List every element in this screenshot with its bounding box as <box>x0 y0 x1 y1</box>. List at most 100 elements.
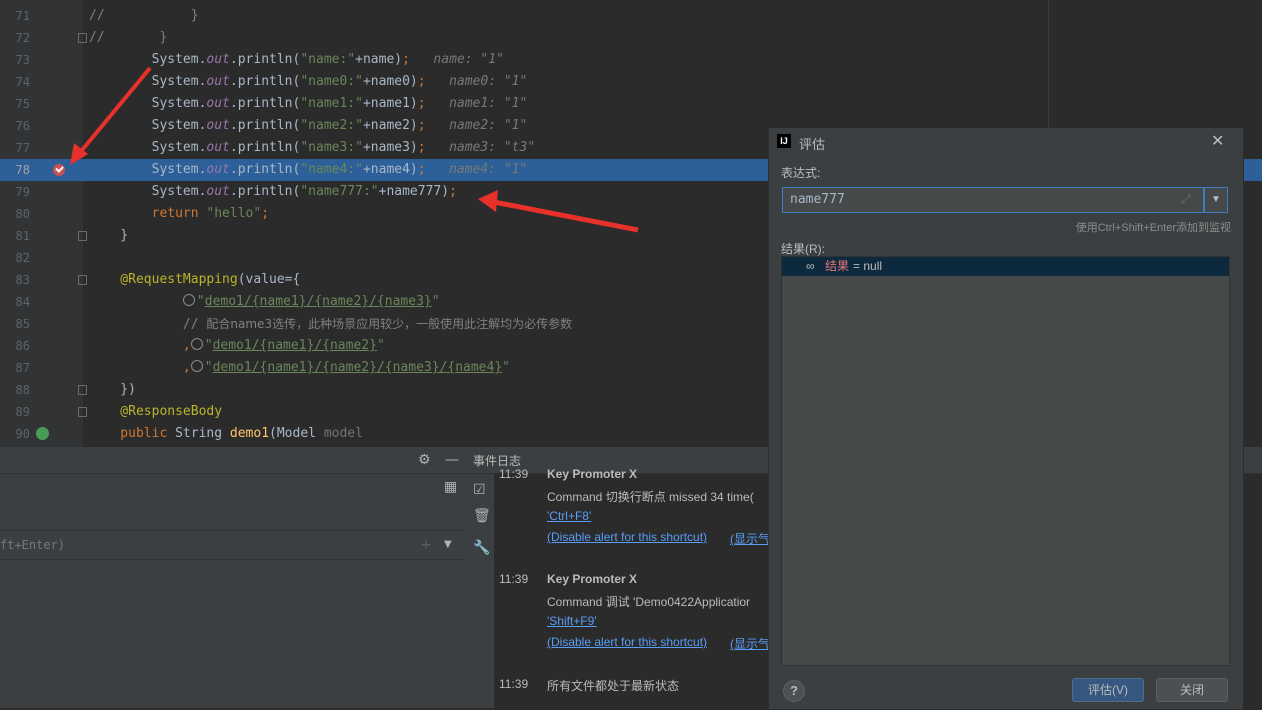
disable-alert-link[interactable]: (Disable alert for this shortcut) <box>547 530 707 544</box>
close-button[interactable]: 关闭 <box>1156 678 1228 702</box>
globe-icon[interactable] <box>182 294 195 306</box>
code-token: +name) <box>355 52 403 67</box>
code-token: "name2:" <box>300 118 363 133</box>
line-number[interactable]: 83 <box>0 269 30 291</box>
code-token: ; <box>417 74 426 89</box>
help-button[interactable]: ? <box>783 680 805 702</box>
code-token: .println( <box>229 162 301 177</box>
line-number[interactable]: 87 <box>0 357 30 379</box>
code-text: , "demo1/{name1}/{name2}/{name3}/{name4}" <box>89 357 510 379</box>
line-number[interactable]: 72 <box>0 27 30 49</box>
code-token: // } <box>89 8 199 23</box>
code-token: ; <box>417 118 426 133</box>
line-number[interactable]: 76 <box>0 115 30 137</box>
code-text: System.out.println("name777:"+name777); <box>89 181 457 203</box>
evaluate-button[interactable]: 评估(V) <box>1072 678 1144 702</box>
watch-expression-input[interactable]: ft+Enter) + ▼ <box>0 530 466 560</box>
line-number[interactable]: 74 <box>0 71 30 93</box>
fold-icon[interactable] <box>78 33 87 43</box>
code-token: out <box>206 184 230 199</box>
line-number[interactable]: 88 <box>0 379 30 401</box>
code-line[interactable]: 75 System.out.println("name1:"+name1); n… <box>0 93 1262 115</box>
bean-icon[interactable] <box>36 427 49 440</box>
code-token: out <box>206 74 230 89</box>
code-token: " <box>431 294 440 309</box>
code-token: "name:" <box>300 52 356 67</box>
disable-alert-link[interactable]: (Disable alert for this shortcut) <box>547 635 707 649</box>
code-token: .println( <box>229 184 301 199</box>
code-token: (Model <box>269 426 324 441</box>
code-text: return "hello"; <box>89 203 269 225</box>
code-token: "name1:" <box>300 96 363 111</box>
watch-input-placeholder: ft+Enter) <box>0 538 66 552</box>
code-token: ; <box>417 162 426 177</box>
code-token: name2: "1" <box>425 118 528 133</box>
line-number[interactable]: 82 <box>0 247 30 269</box>
code-text: , "demo1/{name1}/{name2}" <box>89 335 385 357</box>
fold-icon[interactable] <box>78 407 87 417</box>
code-token: +name0) <box>362 74 418 89</box>
code-token: .println( <box>229 96 301 111</box>
add-watch-icon[interactable]: + <box>420 537 432 553</box>
line-number[interactable]: 86 <box>0 335 30 357</box>
gear-icon[interactable]: ⚙ <box>418 452 431 468</box>
code-token: System. <box>89 118 207 133</box>
fold-icon[interactable] <box>78 231 87 241</box>
fold-icon[interactable] <box>78 385 87 395</box>
close-icon[interactable]: ✕ <box>1211 131 1224 151</box>
code-line[interactable]: 74 System.out.println("name0:"+name0); n… <box>0 71 1262 93</box>
code-token: ; <box>261 206 270 221</box>
code-token: "name4:" <box>300 162 363 177</box>
line-number[interactable]: 84 <box>0 291 30 313</box>
line-number[interactable]: 71 <box>0 5 30 27</box>
result-name: 结果 <box>825 259 850 273</box>
log-shortcut-link[interactable]: 'Ctrl+F8' <box>547 509 591 523</box>
globe-icon[interactable] <box>190 360 203 372</box>
code-text: public String demo1(Model model <box>89 423 363 445</box>
line-number[interactable]: 78 <box>0 159 30 181</box>
code-text: System.out.println("name3:"+name3); name… <box>89 137 536 159</box>
mark-read-icon[interactable]: ☑ <box>473 482 486 498</box>
code-token: +name1) <box>362 96 418 111</box>
code-line[interactable]: 72 // } <box>0 27 1262 49</box>
expression-input[interactable]: name777 ⤢ <box>782 187 1204 213</box>
log-shortcut-link[interactable]: 'Shift+F9' <box>547 614 597 628</box>
log-time: 11:39 <box>499 467 529 481</box>
code-token: name: "1" <box>409 52 504 67</box>
code-line[interactable]: 71 // } <box>0 5 1262 27</box>
code-token: (value={ <box>237 272 301 287</box>
line-number[interactable]: 73 <box>0 49 30 71</box>
expression-history-dropdown[interactable]: ▼ <box>1204 187 1228 213</box>
trash-icon[interactable]: 🗑 <box>473 508 491 524</box>
show-balloon-link[interactable]: (显示气 <box>730 635 770 652</box>
show-balloon-link[interactable]: (显示气 <box>730 530 770 547</box>
line-number[interactable]: 75 <box>0 93 30 115</box>
code-line[interactable]: 73 System.out.println("name:"+name); nam… <box>0 49 1262 71</box>
code-token: , <box>182 338 191 353</box>
line-number[interactable]: 81 <box>0 225 30 247</box>
wrench-icon[interactable]: 🔧 <box>473 540 490 556</box>
code-token: System. <box>89 140 207 155</box>
globe-icon[interactable] <box>190 338 203 350</box>
result-row[interactable]: ∞ 结果 = null <box>782 257 1229 276</box>
line-number[interactable]: 80 <box>0 203 30 225</box>
result-tree[interactable]: ∞ 结果 = null <box>781 256 1230 666</box>
line-number[interactable]: 77 <box>0 137 30 159</box>
code-text: @ResponseBody <box>89 401 222 423</box>
breakpoint-icon[interactable] <box>53 164 65 176</box>
minimize-icon[interactable]: — <box>445 452 459 468</box>
chevron-down-icon[interactable]: ▼ <box>444 537 452 553</box>
expand-icon[interactable]: ⤢ <box>1181 192 1191 207</box>
layout-icon[interactable]: ▦ <box>444 479 457 495</box>
code-token: " <box>376 338 385 353</box>
code-token: model <box>323 426 363 441</box>
line-number[interactable]: 79 <box>0 181 30 203</box>
line-number[interactable]: 90 <box>0 423 30 445</box>
line-number[interactable]: 85 <box>0 313 30 335</box>
fold-icon[interactable] <box>78 275 87 285</box>
code-token: System. <box>89 184 207 199</box>
code-token: ; <box>449 184 457 199</box>
code-token: "hello" <box>206 206 262 221</box>
line-number[interactable]: 89 <box>0 401 30 423</box>
